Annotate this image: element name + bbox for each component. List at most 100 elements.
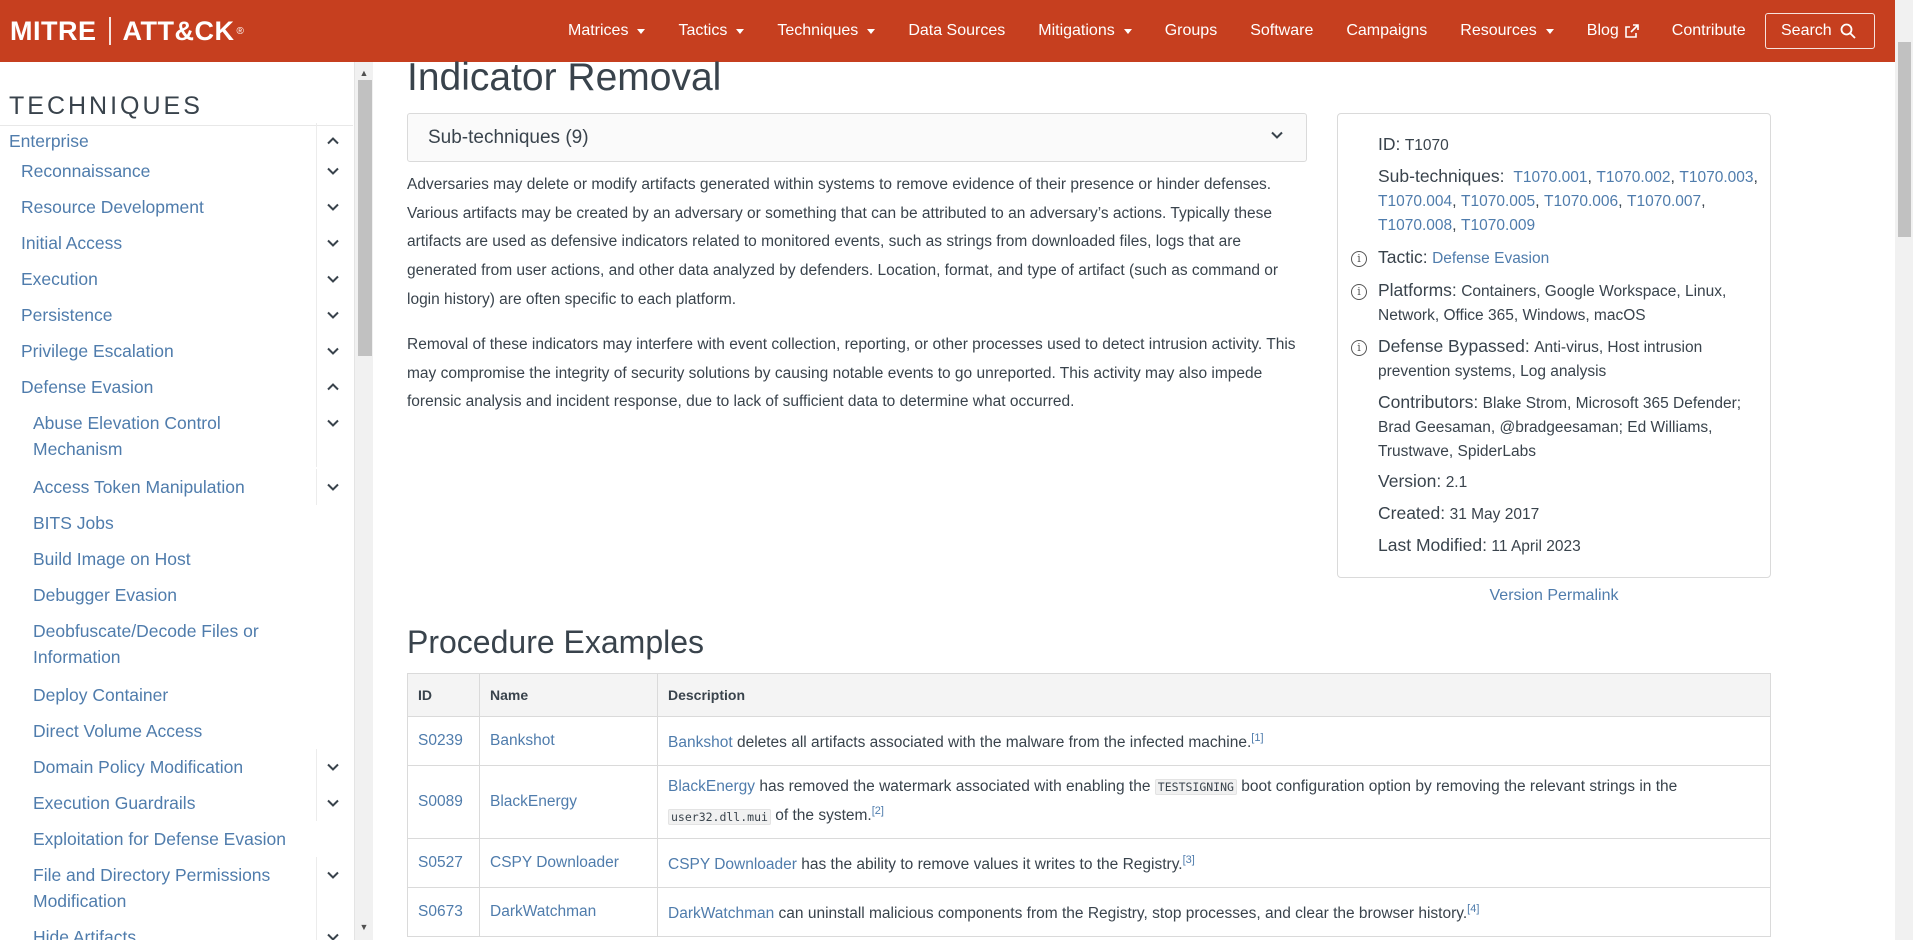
nav-tactics-label: Tactics — [678, 22, 728, 39]
sidebar-scrollbar-thumb[interactable] — [358, 80, 372, 356]
sidebar-item-label: Deobfuscate/Decode Files or — [33, 621, 259, 641]
chevron-down-icon[interactable] — [326, 868, 340, 882]
external-link-icon — [1624, 24, 1639, 38]
sidebar-item-label: Persistence — [21, 305, 113, 325]
info-created-value: 31 May 2017 — [1449, 506, 1540, 523]
nav-mitigations-label: Mitigations — [1038, 22, 1115, 39]
sidebar-title: TECHNIQUES — [9, 92, 203, 120]
subtechnique-link[interactable]: T1070.009 — [1461, 217, 1535, 234]
sidebar-item-label: Abuse Elevation Control — [33, 413, 221, 433]
tactic-link[interactable]: Defense Evasion — [1432, 250, 1549, 267]
sidebar-item-label: Domain Policy Modification — [33, 757, 244, 777]
software-link[interactable]: Bankshot — [668, 735, 733, 752]
procedure-description: Bankshot deletes all artifacts associate… — [657, 716, 1771, 766]
sidebar-item-divider — [316, 261, 317, 297]
scroll-down-arrow-icon[interactable]: ▼ — [359, 922, 369, 932]
info-defense-bypassed: Defense Bypassed: Anti-virus, Host intru… — [1378, 334, 1758, 384]
main-nav: Matrices Tactics Techniques Data Sources… — [568, 0, 1779, 62]
column-header-description[interactable]: Description — [657, 673, 1771, 717]
mitre-attack-logo[interactable]: MITRE ATT&CK ® — [10, 13, 244, 49]
sidebar-item-label: Access Token Manipulation — [33, 477, 245, 497]
chevron-down-icon[interactable] — [326, 344, 340, 358]
reference-link[interactable]: [1] — [1251, 732, 1263, 744]
chevron-down-icon[interactable] — [326, 796, 340, 810]
nav-blog[interactable]: Blog — [1587, 0, 1639, 62]
subtechnique-link[interactable]: T1070.002 — [1596, 169, 1670, 186]
nav-matrices[interactable]: Matrices — [568, 0, 646, 62]
nav-data-sources[interactable]: Data Sources — [908, 0, 1005, 62]
subtechnique-link[interactable]: T1070.003 — [1679, 169, 1753, 186]
nav-techniques[interactable]: Techniques — [777, 0, 876, 62]
info-subtechniques: Sub-techniques: T1070.001, T1070.002, T1… — [1378, 166, 1758, 234]
subtechnique-link[interactable]: T1070.007 — [1627, 193, 1701, 210]
chevron-down-icon[interactable] — [326, 416, 340, 430]
software-name-link[interactable]: BlackEnergy — [490, 793, 577, 810]
info-id: ID: T1070 — [1378, 132, 1758, 158]
sub-techniques-label: Sub-techniques (9) — [428, 127, 589, 148]
sidebar-item-label: Reconnaissance — [21, 161, 151, 181]
description-text: deletes all artifacts associated with th… — [732, 734, 1252, 752]
nav-contribute[interactable]: Contribute — [1672, 0, 1746, 62]
chevron-down-icon[interactable] — [326, 930, 340, 940]
sub-techniques-dropdown[interactable]: Sub-techniques (9) — [407, 113, 1307, 162]
subtechnique-link[interactable]: T1070.005 — [1461, 193, 1535, 210]
software-name-link[interactable]: CSPY Downloader — [490, 854, 619, 871]
reference-link[interactable]: [4] — [1467, 903, 1479, 915]
nav-campaigns[interactable]: Campaigns — [1346, 0, 1427, 62]
info-circle-icon[interactable]: i — [1351, 284, 1367, 300]
column-header-id[interactable]: ID — [407, 673, 480, 717]
subtechnique-link[interactable]: T1070.001 — [1513, 169, 1587, 186]
table-row: S0673 DarkWatchman DarkWatchman can unin… — [407, 887, 1771, 937]
software-link[interactable]: BlackEnergy — [668, 778, 755, 795]
chevron-down-icon[interactable] — [326, 308, 340, 322]
search-button[interactable]: Search — [1765, 13, 1875, 49]
nav-data-sources-label: Data Sources — [908, 22, 1006, 39]
sidebar-item-divider — [316, 749, 317, 785]
sidebar-item-divider — [316, 225, 317, 261]
chevron-down-icon[interactable] — [326, 272, 340, 286]
nav-campaigns-label: Campaigns — [1346, 22, 1428, 39]
sidebar-item-divider — [316, 469, 317, 505]
chevron-up-icon[interactable] — [326, 380, 340, 394]
software-link[interactable]: DarkWatchman — [668, 906, 774, 923]
info-version: Version: 2.1 — [1378, 469, 1758, 495]
nav-software[interactable]: Software — [1250, 0, 1313, 62]
sidebar-item-divider — [316, 153, 317, 189]
nav-tactics[interactable]: Tactics — [678, 0, 745, 62]
version-permalink[interactable]: Version Permalink — [1337, 587, 1771, 605]
info-circle-icon[interactable]: i — [1351, 340, 1367, 356]
chevron-up-icon[interactable] — [326, 134, 340, 148]
software-id-link[interactable]: S0239 — [418, 732, 463, 749]
reference-link[interactable]: [3] — [1183, 854, 1195, 866]
chevron-down-icon[interactable] — [326, 200, 340, 214]
chevron-down-icon[interactable] — [326, 760, 340, 774]
info-contributors: Contributors: Blake Strom, Microsoft 365… — [1378, 390, 1758, 464]
page-scrollbar-thumb[interactable] — [1898, 42, 1911, 237]
nav-resources[interactable]: Resources — [1460, 0, 1554, 62]
nav-mitigations[interactable]: Mitigations — [1038, 0, 1132, 62]
subtechnique-link[interactable]: T1070.004 — [1378, 193, 1452, 210]
software-id-link[interactable]: S0089 — [418, 793, 463, 810]
subtechnique-link[interactable]: T1070.006 — [1544, 193, 1618, 210]
brand-divider — [108, 17, 111, 45]
chevron-down-icon[interactable] — [326, 480, 340, 494]
code-snippet: TESTSIGNING — [1154, 779, 1237, 796]
chevron-down-icon[interactable] — [326, 164, 340, 178]
description-text: can uninstall malicious components from … — [774, 905, 1468, 923]
info-circle-icon[interactable]: i — [1351, 251, 1367, 267]
scroll-up-arrow-icon[interactable]: ▲ — [359, 68, 369, 78]
software-link[interactable]: CSPY Downloader — [668, 857, 797, 874]
software-name-link[interactable]: Bankshot — [490, 732, 555, 749]
sidebar-item-label: Resource Development — [21, 197, 204, 217]
software-id-link[interactable]: S0673 — [418, 903, 463, 920]
nav-groups[interactable]: Groups — [1165, 0, 1217, 62]
subtechnique-link[interactable]: T1070.008 — [1378, 217, 1452, 234]
chevron-down-icon[interactable] — [326, 236, 340, 250]
reference-link[interactable]: [2] — [872, 805, 884, 817]
search-icon — [1840, 23, 1856, 39]
table-row: S0527 CSPY Downloader CSPY Downloader ha… — [407, 838, 1771, 888]
software-name-link[interactable]: DarkWatchman — [490, 903, 596, 920]
software-id-link[interactable]: S0527 — [418, 854, 463, 871]
column-header-name[interactable]: Name — [479, 673, 658, 717]
sidebar-item-label: Defense Evasion — [21, 377, 154, 397]
